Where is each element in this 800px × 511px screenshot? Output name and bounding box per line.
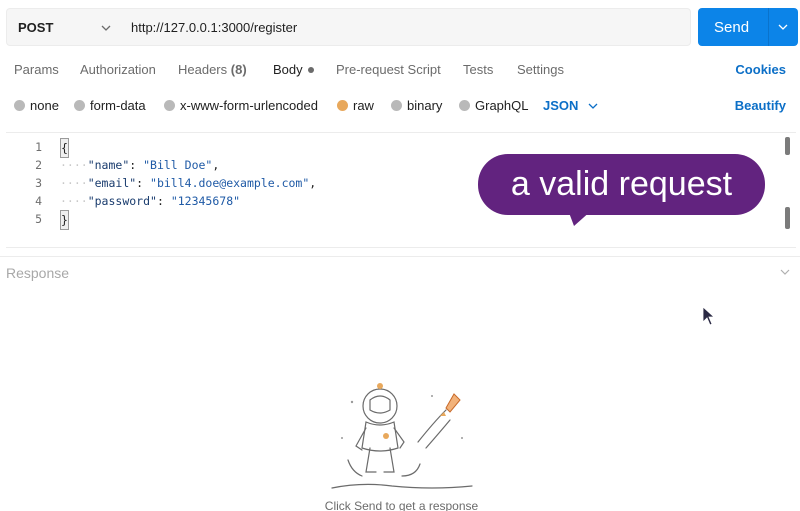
- close-brace: }: [60, 210, 69, 230]
- line-number: 2: [35, 158, 42, 172]
- url-bar: POST http://127.0.0.1:3000/register: [6, 8, 691, 46]
- format-select[interactable]: JSON: [543, 98, 598, 113]
- json-key: "password": [87, 194, 157, 208]
- line-number: 4: [35, 194, 42, 208]
- tab-params[interactable]: Params: [14, 62, 59, 77]
- chevron-down-icon[interactable]: [780, 267, 790, 277]
- request-tabs: Params Authorization Headers (8) Body Pr…: [0, 58, 800, 84]
- mouse-cursor-icon: [702, 306, 716, 326]
- cookies-link[interactable]: Cookies: [735, 62, 786, 77]
- radio-graphql[interactable]: GraphQL: [459, 98, 528, 113]
- send-button[interactable]: Send: [698, 8, 798, 46]
- radio-raw[interactable]: raw: [337, 98, 374, 113]
- line-gutter: 1 2 3 4 5: [6, 138, 46, 228]
- modified-dot-icon: [307, 66, 314, 73]
- tab-body[interactable]: Body: [273, 62, 314, 77]
- response-title: Response: [6, 265, 70, 281]
- chevron-down-icon[interactable]: [778, 22, 788, 32]
- tab-pre-request-script[interactable]: Pre-request Script: [336, 62, 441, 77]
- response-header[interactable]: Response: [0, 256, 800, 286]
- line-number: 5: [35, 212, 42, 226]
- line-number: 1: [35, 140, 42, 154]
- radio-circle-icon: [391, 100, 402, 111]
- radio-binary[interactable]: binary: [391, 98, 442, 113]
- radio-circle-icon: [459, 100, 470, 111]
- method-label: POST: [18, 19, 54, 35]
- json-value: "12345678": [170, 194, 241, 208]
- chevron-down-icon: [588, 103, 598, 109]
- tab-settings[interactable]: Settings: [517, 62, 564, 77]
- radio-circle-icon: [164, 100, 175, 111]
- editor-scrollbar[interactable]: [785, 137, 790, 155]
- beautify-link[interactable]: Beautify: [735, 98, 786, 113]
- astronaut-illustration-icon: [331, 383, 473, 489]
- editor-scrollbar-thumb[interactable]: [785, 207, 790, 229]
- json-value: "bill4.doe@example.com": [150, 176, 310, 190]
- chevron-down-icon: [101, 25, 111, 31]
- radio-circle-icon: [337, 100, 348, 111]
- send-divider: [768, 8, 769, 46]
- json-key: "name": [87, 158, 130, 172]
- method-select[interactable]: POST: [7, 9, 125, 45]
- tab-tests[interactable]: Tests: [463, 62, 493, 77]
- url-input[interactable]: http://127.0.0.1:3000/register: [125, 20, 297, 35]
- format-label: JSON: [543, 98, 579, 113]
- empty-response-hint: Click Send to get a response: [324, 499, 479, 511]
- line-number: 3: [35, 176, 42, 190]
- json-value: "Bill Doe": [143, 158, 213, 172]
- request-url-row: POST http://127.0.0.1:3000/register Send: [6, 8, 798, 46]
- annotation-callout: a valid request: [478, 154, 765, 215]
- radio-none[interactable]: none: [14, 98, 59, 113]
- tab-headers[interactable]: Headers (8): [178, 62, 247, 77]
- tab-authorization[interactable]: Authorization: [80, 62, 156, 77]
- callout-text: a valid request: [510, 165, 733, 203]
- radio-x-www-form-urlencoded[interactable]: x-www-form-urlencoded: [164, 98, 318, 113]
- radio-form-data[interactable]: form-data: [74, 98, 146, 113]
- callout-tail: [568, 210, 592, 226]
- open-brace: {: [60, 138, 69, 158]
- send-label: Send: [714, 18, 750, 36]
- radio-circle-icon: [74, 100, 85, 111]
- radio-circle-icon: [14, 100, 25, 111]
- headers-count: (8): [230, 62, 247, 77]
- body-type-options: none form-data x-www-form-urlencoded raw…: [0, 94, 800, 118]
- json-key: "email": [87, 176, 137, 190]
